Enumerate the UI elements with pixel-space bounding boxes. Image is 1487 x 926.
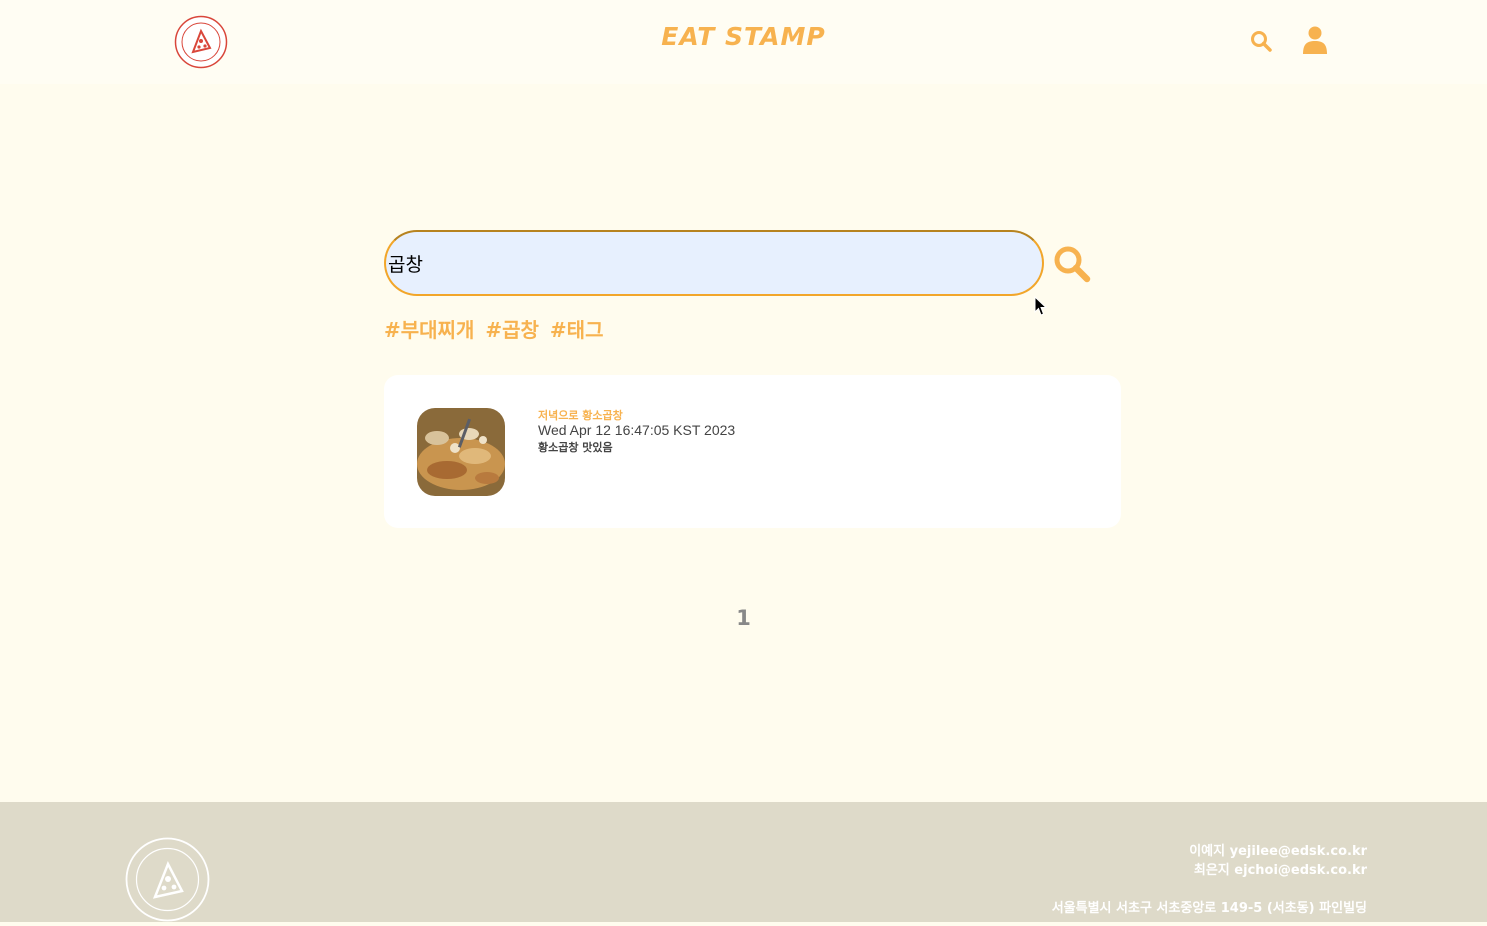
search-input[interactable] — [388, 232, 1008, 294]
result-card[interactable]: 저녁으로 황소곱창 Wed Apr 12 16:47:05 KST 2023 황… — [384, 375, 1121, 528]
result-title[interactable]: 저녁으로 황소곱창 — [538, 407, 623, 423]
footer-contact: 이예지 yejilee@edsk.co.kr 최은지 ejchoi@edsk.c… — [1052, 842, 1367, 918]
contact-line: 최은지 ejchoi@edsk.co.kr — [1193, 863, 1367, 878]
pagination: 1 — [0, 606, 1487, 630]
search-box — [384, 230, 1044, 296]
footer-logo — [125, 837, 210, 922]
contact-line: 이예지 yejilee@edsk.co.kr — [1189, 844, 1367, 859]
result-body: 황소곱창 맛있음 — [538, 441, 613, 454]
tag-item[interactable]: #부대찌개 — [384, 314, 474, 343]
tag-item[interactable]: #태그 — [550, 314, 604, 343]
site-footer: 이예지 yejilee@edsk.co.kr 최은지 ejchoi@edsk.c… — [0, 802, 1487, 922]
site-header: EAT STAMP — [0, 0, 1487, 84]
footer-address: 서울특별시 서초구 서초중앙로 149-5 (서초동) 파인빌딩 — [1051, 901, 1367, 916]
tag-list: #부대찌개 #곱창 #태그 — [384, 314, 603, 343]
search-button[interactable] — [1053, 245, 1091, 283]
tag-item[interactable]: #곱창 — [485, 314, 539, 343]
page-number[interactable]: 1 — [736, 606, 751, 630]
food-thumbnail[interactable] — [417, 408, 505, 496]
user-icon[interactable] — [1302, 26, 1328, 54]
search-icon[interactable] — [1250, 30, 1272, 52]
mouse-cursor-icon — [1034, 295, 1048, 318]
result-date: Wed Apr 12 16:47:05 KST 2023 — [538, 422, 736, 438]
